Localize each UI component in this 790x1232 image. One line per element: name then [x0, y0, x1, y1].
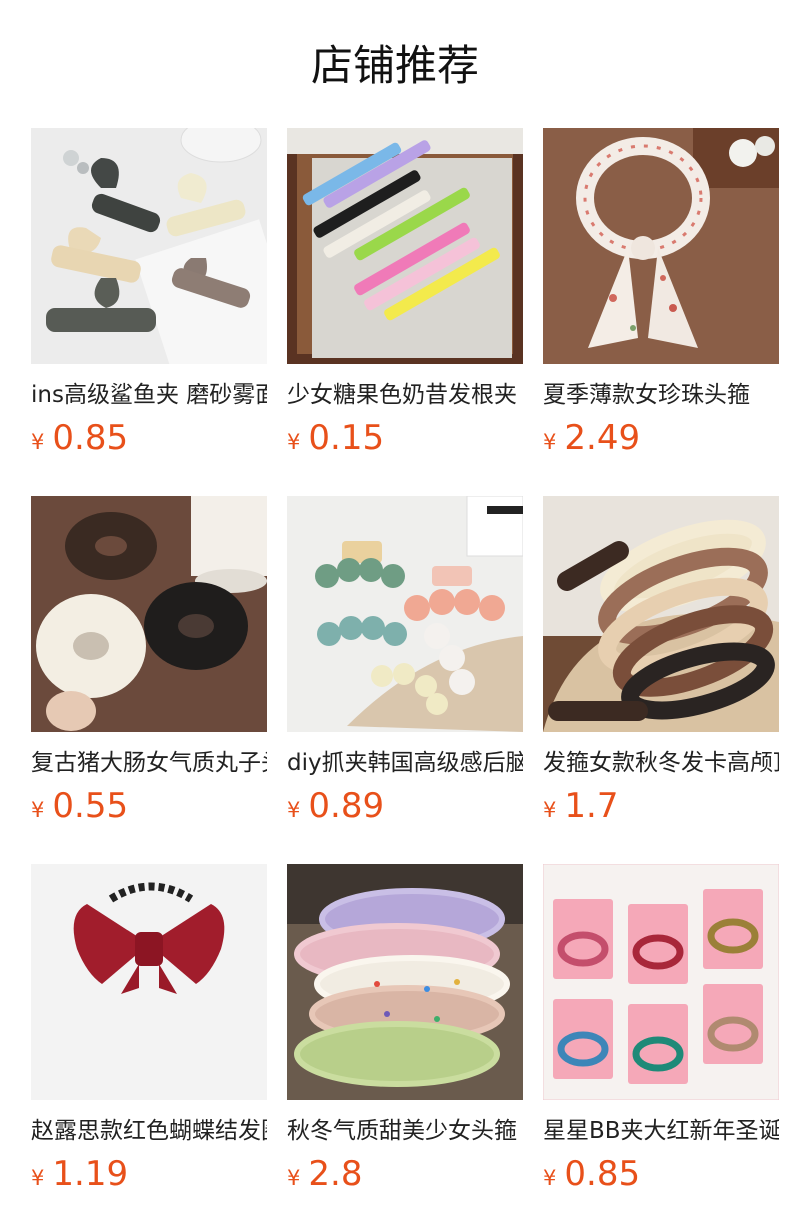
product-name[interactable]: 少女糖果色奶昔发根夹	[287, 378, 523, 412]
product-price: ¥2.49	[543, 418, 640, 458]
price-amount: 0.85	[52, 418, 129, 458]
product-name[interactable]: diy抓夹韩国高级感后脑勺	[287, 746, 523, 780]
product-image[interactable]	[543, 864, 779, 1100]
product-image[interactable]	[543, 496, 779, 732]
product-name[interactable]: ins高级鲨鱼夹 磨砂雾面抓夹	[31, 378, 267, 412]
price-amount: 2.8	[308, 1154, 363, 1194]
product-image[interactable]	[31, 864, 267, 1100]
currency-symbol: ¥	[31, 1166, 45, 1190]
product-price: ¥0.15	[287, 418, 384, 458]
product-name[interactable]: 发箍女款秋冬发卡高颅顶	[543, 746, 779, 780]
product-card[interactable]: 发箍女款秋冬发卡高颅顶 ¥1.7	[543, 496, 779, 832]
product-card[interactable]: 秋冬气质甜美少女头箍 ¥2.8	[287, 864, 523, 1200]
product-image[interactable]	[543, 128, 779, 364]
product-name[interactable]: 夏季薄款女珍珠头箍	[543, 378, 779, 412]
product-card[interactable]: 星星BB夹大红新年圣诞 ¥0.85	[543, 864, 779, 1200]
product-image[interactable]	[287, 128, 523, 364]
price-amount: 1.19	[52, 1154, 129, 1194]
product-image[interactable]	[287, 496, 523, 732]
currency-symbol: ¥	[543, 798, 557, 822]
product-image[interactable]	[287, 864, 523, 1100]
product-price: ¥0.55	[31, 786, 128, 826]
price-amount: 1.7	[564, 786, 619, 826]
price-amount: 0.15	[308, 418, 385, 458]
product-image[interactable]	[31, 128, 267, 364]
product-image[interactable]	[31, 496, 267, 732]
currency-symbol: ¥	[287, 1166, 301, 1190]
product-card[interactable]: 少女糖果色奶昔发根夹 ¥0.15	[287, 128, 523, 464]
product-card[interactable]: ins高级鲨鱼夹 磨砂雾面抓夹 ¥0.85	[31, 128, 267, 464]
product-card[interactable]: 赵露思款红色蝴蝶结发圈 ¥1.19	[31, 864, 267, 1200]
product-name[interactable]: 秋冬气质甜美少女头箍	[287, 1114, 523, 1148]
currency-symbol: ¥	[287, 430, 301, 454]
product-price: ¥1.7	[543, 786, 618, 826]
product-name[interactable]: 赵露思款红色蝴蝶结发圈	[31, 1114, 267, 1148]
price-amount: 2.49	[564, 418, 641, 458]
product-price: ¥0.89	[287, 786, 384, 826]
currency-symbol: ¥	[287, 798, 301, 822]
currency-symbol: ¥	[543, 430, 557, 454]
price-amount: 0.55	[52, 786, 129, 826]
currency-symbol: ¥	[31, 798, 45, 822]
product-name[interactable]: 星星BB夹大红新年圣诞	[543, 1114, 779, 1148]
price-amount: 0.89	[308, 786, 385, 826]
currency-symbol: ¥	[543, 1166, 557, 1190]
product-price: ¥0.85	[31, 418, 128, 458]
product-price: ¥0.85	[543, 1154, 640, 1194]
currency-symbol: ¥	[31, 430, 45, 454]
product-price: ¥2.8	[287, 1154, 362, 1194]
page-title: 店铺推荐	[310, 41, 479, 90]
product-name[interactable]: 复古猪大肠女气质丸子头	[31, 746, 267, 780]
price-amount: 0.85	[564, 1154, 641, 1194]
product-card[interactable]: 复古猪大肠女气质丸子头 ¥0.55	[31, 496, 267, 832]
product-card[interactable]: 夏季薄款女珍珠头箍 ¥2.49	[543, 128, 779, 464]
product-price: ¥1.19	[31, 1154, 128, 1194]
product-card[interactable]: diy抓夹韩国高级感后脑勺 ¥0.89	[287, 496, 523, 832]
